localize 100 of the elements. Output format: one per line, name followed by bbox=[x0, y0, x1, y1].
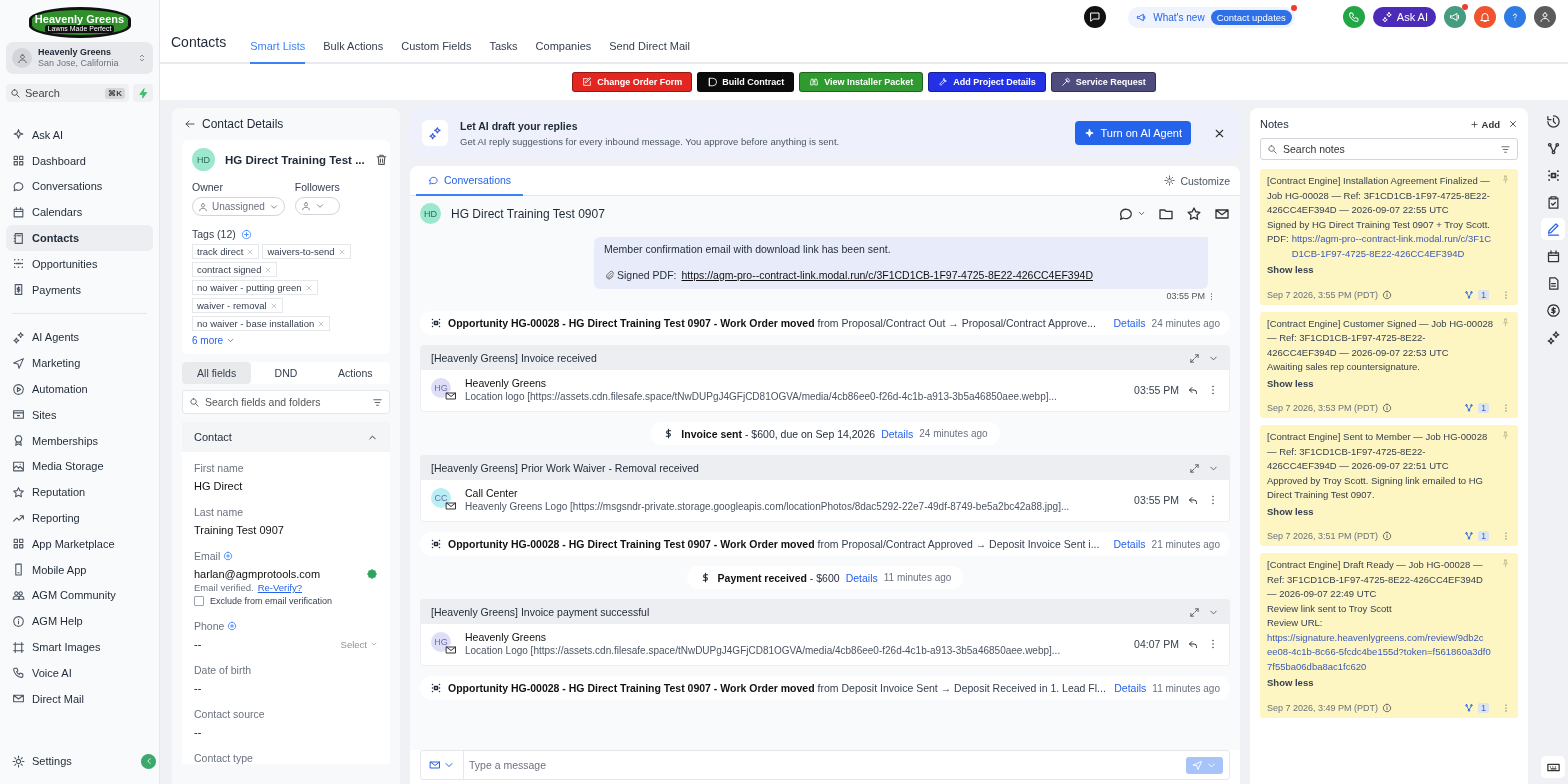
action-button[interactable]: Service Request bbox=[1050, 72, 1156, 92]
nav-item[interactable]: Reputation bbox=[6, 479, 153, 506]
chevron-down-icon[interactable] bbox=[1137, 209, 1146, 218]
customize-button[interactable]: Customize bbox=[1164, 166, 1234, 195]
attachment-link[interactable]: https://agm-pro--contract-link.modal.run/c/3F1CD1CB-1F97-4725-8E22-426CC4EF394D bbox=[681, 269, 1093, 281]
details-link[interactable]: Details bbox=[1113, 317, 1146, 329]
checkbox[interactable] bbox=[194, 596, 204, 606]
action-button[interactable]: Build Contract bbox=[697, 72, 795, 92]
ask-ai-button[interactable]: Ask AI bbox=[1372, 7, 1436, 27]
arrow-left-icon[interactable] bbox=[184, 118, 196, 130]
search-field[interactable]: Search ⌘K bbox=[6, 84, 129, 102]
show-less-link[interactable]: Show less bbox=[1267, 263, 1314, 278]
tab[interactable]: Bulk Actions bbox=[323, 40, 384, 64]
turn-on-ai-agent-button[interactable]: Turn on AI Agent bbox=[1075, 121, 1191, 145]
nav-item[interactable]: App Marketplace bbox=[6, 530, 153, 557]
nav-item[interactable]: Payments bbox=[6, 276, 153, 303]
tags-label: Tags (12) bbox=[192, 228, 236, 240]
user-avatar[interactable] bbox=[1534, 6, 1556, 28]
expand-icon[interactable] bbox=[1189, 462, 1200, 474]
chat-button[interactable] bbox=[1084, 6, 1107, 28]
action-button[interactable]: Add Project Details bbox=[928, 72, 1046, 92]
note-date: Sep 7 2026, 3:55 PM (PDT) bbox=[1267, 289, 1379, 300]
section-header[interactable]: Contact bbox=[182, 422, 390, 452]
note-link[interactable]: https://signature.heavenlygreens.com/review/9db2c bbox=[1267, 630, 1495, 645]
tab[interactable]: All fields bbox=[182, 362, 252, 384]
nav-item[interactable]: Media Storage bbox=[6, 453, 153, 480]
nav-item[interactable]: Reporting bbox=[6, 505, 153, 531]
show-less-link[interactable]: Show less bbox=[1267, 376, 1314, 391]
tab[interactable]: Actions bbox=[320, 362, 390, 384]
star-icon[interactable] bbox=[1186, 205, 1202, 222]
collapse-button[interactable] bbox=[141, 753, 156, 769]
email-snippet: Heavenly Greens Logo [https://msgsndr-private.storage.googleapis.com/locationPhotos/8dac5292-22e7-49df-8749-be5a2bc42a88.jpg]... bbox=[465, 501, 1071, 512]
announcements-button[interactable] bbox=[1444, 6, 1466, 28]
help-button[interactable] bbox=[1504, 6, 1526, 28]
nav-item[interactable]: Opportunities bbox=[6, 251, 153, 277]
show-more-link[interactable]: 6 more bbox=[192, 335, 236, 346]
filter-icon[interactable] bbox=[372, 396, 383, 408]
expand-icon[interactable] bbox=[1189, 606, 1200, 618]
keyboard-button[interactable] bbox=[1541, 756, 1565, 778]
note-text: [Contract Engine] Draft Ready — Job HG-00028 — Ref: 3F1CD1CB-1F97-4725-8E22-426CC4EF394D — 2026-09-07 22:49 UTC bbox=[1267, 558, 1484, 601]
sparkles-icon bbox=[1380, 11, 1393, 23]
tab[interactable]: Companies bbox=[535, 40, 592, 64]
field-value[interactable]: -- bbox=[194, 726, 378, 738]
re-verify-link[interactable]: Re-Verify? bbox=[257, 582, 303, 593]
trash-icon[interactable] bbox=[374, 153, 388, 166]
search-field[interactable]: Search notes bbox=[1260, 138, 1518, 160]
notifications-button[interactable] bbox=[1474, 6, 1496, 28]
nav-item[interactable]: Memberships bbox=[6, 427, 153, 454]
field-value[interactable]: harlan@agmprotools.com bbox=[194, 568, 321, 580]
show-less-link[interactable]: Show less bbox=[1267, 676, 1314, 691]
field-value[interactable]: HG Direct bbox=[194, 480, 378, 492]
field-label: First name bbox=[194, 462, 245, 474]
search-field[interactable]: Search fields and folders bbox=[182, 390, 390, 414]
sender-avatar: HG bbox=[431, 377, 451, 398]
tab[interactable]: Send Direct Mail bbox=[609, 40, 690, 64]
nav-item[interactable]: Settings bbox=[6, 748, 141, 774]
field-value[interactable]: Training Test 0907 bbox=[194, 524, 378, 536]
details-link[interactable]: Details bbox=[845, 571, 878, 584]
email-subject: [Heavenly Greens] Invoice payment successful bbox=[431, 606, 651, 618]
tab[interactable]: DND bbox=[251, 362, 321, 384]
activity-text: Opportunity HG-00028 - HG Direct Training Test 0907 - Work Order moved from Deposit Invoice Sent → Deposit Received in 1. Lead Fl... bbox=[448, 682, 1107, 694]
timestamp: 24 minutes ago bbox=[1151, 317, 1220, 329]
nav-item[interactable]: Smart Images bbox=[6, 634, 153, 660]
account-switcher[interactable]: Heavenly Greens San Jose, California bbox=[6, 42, 153, 74]
filter-icon[interactable] bbox=[1500, 143, 1511, 155]
field-value[interactable]: -- bbox=[194, 638, 202, 650]
sparkle-icon bbox=[1084, 127, 1096, 139]
field-value[interactable]: -- bbox=[194, 682, 378, 694]
dollar-document-icon bbox=[12, 283, 25, 297]
nav-item[interactable]: Direct Mail bbox=[6, 685, 153, 712]
tab[interactable]: Custom Fields bbox=[401, 40, 472, 64]
quick-action-button[interactable] bbox=[133, 84, 153, 102]
details-link[interactable]: Details bbox=[1113, 538, 1146, 550]
whats-new-button[interactable]: What's new Contact updates bbox=[1128, 6, 1295, 28]
details-link[interactable]: Details bbox=[881, 427, 914, 440]
details-link[interactable]: Details bbox=[1114, 682, 1147, 694]
show-less-link[interactable]: Show less bbox=[1267, 504, 1314, 519]
nav-item[interactable]: Sites bbox=[6, 401, 153, 428]
nav-item[interactable]: Conversations bbox=[6, 173, 153, 200]
nav-item[interactable]: Voice AI bbox=[6, 659, 153, 686]
phone-button[interactable] bbox=[1342, 6, 1365, 28]
action-button[interactable]: View Installer Packet bbox=[799, 72, 924, 92]
expand-icon[interactable] bbox=[1189, 352, 1200, 364]
email-snippet: Location Logo [https://assets.cdn.filesafe.space/tNwDUPgJ4GFjCD81OGVA/media/4cb86ee0-f26d-4c1b-a913-3b5a46850aee.webp]... bbox=[465, 645, 1062, 656]
action-button[interactable]: Change Order Form bbox=[572, 72, 693, 92]
nav-item[interactable]: Automation bbox=[6, 376, 153, 402]
tab[interactable]: Tasks bbox=[489, 40, 518, 64]
nav-item[interactable]: AI Agents bbox=[6, 324, 153, 351]
nav-item[interactable]: Contacts bbox=[6, 225, 153, 251]
nav-item[interactable]: Calendars bbox=[6, 199, 153, 226]
note-link[interactable]: ee08-4c1b-8c66-5fcdc4be155d?token=f561860a3df07f55ba06dba8ac1fc620 bbox=[1267, 645, 1495, 674]
nav-item[interactable]: Ask AI bbox=[6, 122, 153, 148]
nav-item[interactable]: Dashboard bbox=[6, 147, 153, 174]
nav-item[interactable]: Marketing bbox=[6, 350, 153, 377]
add-note-button[interactable]: Add bbox=[1469, 118, 1500, 130]
nav-item[interactable]: AGM Help bbox=[6, 608, 153, 635]
close-icon[interactable] bbox=[1508, 119, 1518, 129]
nav-item[interactable]: AGM Community bbox=[6, 582, 153, 609]
note-link[interactable]: https://agm-pro--contract-link.modal.run/c/3F1CD1CB-1F97-4725-8E22-426CC4EF394D bbox=[1291, 232, 1495, 261]
nav-item[interactable]: Mobile App bbox=[6, 556, 153, 583]
